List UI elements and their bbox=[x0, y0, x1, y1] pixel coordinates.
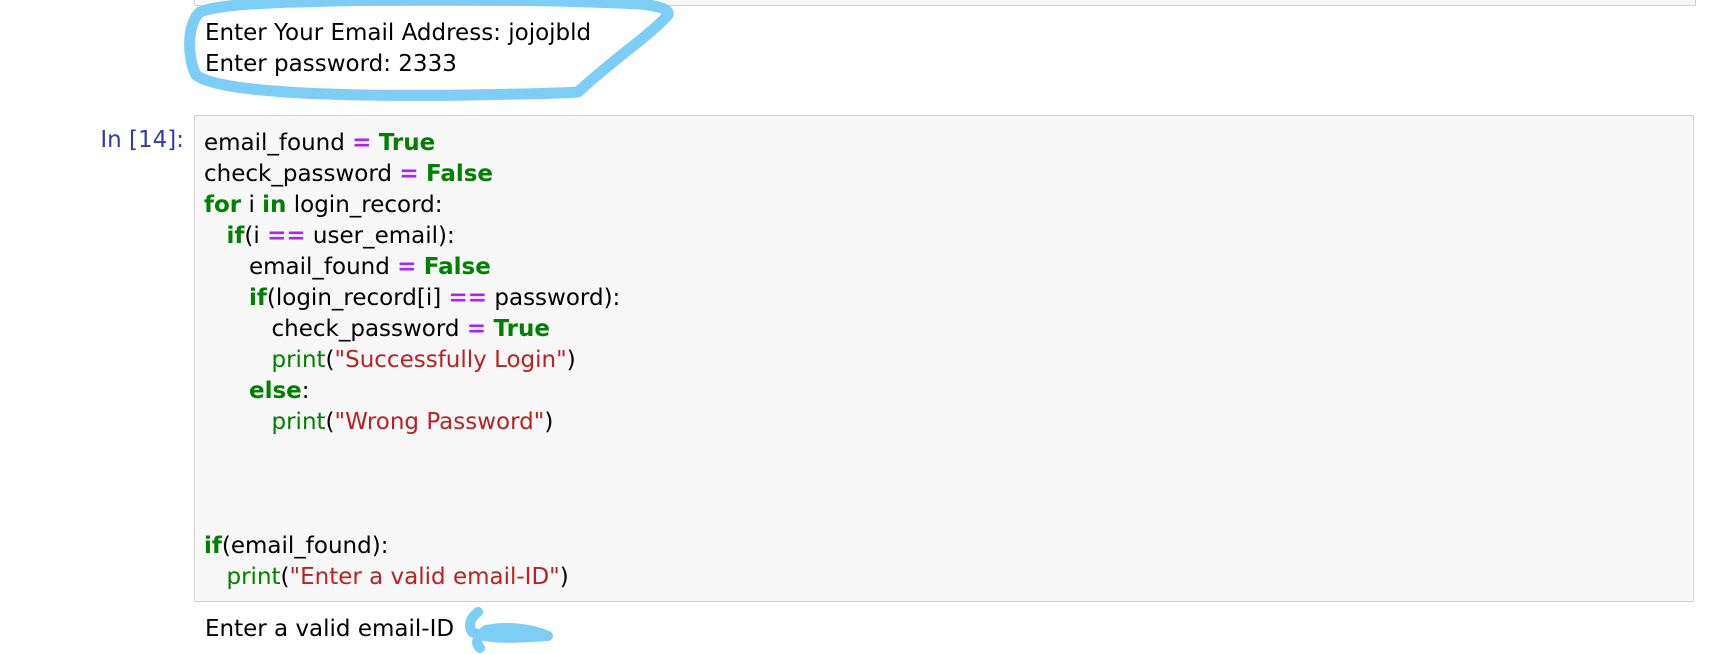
code-line[interactable]: if(i == user_email): bbox=[227, 221, 455, 252]
code-token: print bbox=[271, 409, 326, 435]
code-token: = bbox=[352, 130, 372, 156]
cell-execution-prompt: In [14]: bbox=[100, 127, 184, 153]
code-line[interactable]: for i in login_record: bbox=[204, 190, 443, 221]
code-line[interactable]: if(login_record[i] == password): bbox=[249, 283, 620, 314]
code-token: = bbox=[399, 161, 419, 187]
code-token: if bbox=[204, 533, 222, 559]
code-token: password): bbox=[487, 285, 621, 311]
code-token: True bbox=[493, 316, 550, 342]
code-line[interactable]: print("Enter a valid email-ID") bbox=[227, 562, 569, 593]
code-token: print bbox=[271, 347, 326, 373]
code-token: (login_record[i] bbox=[266, 285, 449, 311]
code-line[interactable]: email_found = True bbox=[204, 128, 435, 159]
code-token: email_found bbox=[204, 130, 345, 156]
code-token: "Wrong Password" bbox=[334, 409, 545, 435]
code-token: login_record: bbox=[286, 192, 443, 218]
code-token: "Enter a valid email-ID" bbox=[289, 564, 560, 590]
code-token: for bbox=[204, 192, 242, 218]
code-token: check_password bbox=[271, 316, 460, 342]
code-token: print bbox=[226, 564, 281, 590]
code-token: ( bbox=[325, 347, 335, 373]
code-token: user_email): bbox=[305, 223, 455, 249]
code-token: "Successfully Login" bbox=[334, 347, 567, 373]
code-token: ) bbox=[559, 564, 569, 590]
annotation-arrow-scribble bbox=[465, 607, 553, 653]
code-line[interactable]: check_password = True bbox=[272, 314, 550, 345]
code-line[interactable]: email_found = False bbox=[249, 252, 491, 283]
email-prompt-output: Enter Your Email Address: jojojbld bbox=[205, 20, 592, 46]
code-token: if bbox=[226, 223, 245, 249]
code-line[interactable]: else: bbox=[249, 376, 310, 407]
code-line[interactable]: print("Wrong Password") bbox=[272, 407, 554, 438]
code-token: False bbox=[423, 254, 491, 280]
code-token: ) bbox=[566, 347, 576, 373]
password-prompt-output: Enter password: 2333 bbox=[205, 51, 457, 77]
code-token: = bbox=[466, 316, 487, 342]
code-token: else bbox=[249, 378, 302, 404]
code-line[interactable]: if(email_found): bbox=[204, 531, 388, 562]
previous-cell-edge[interactable] bbox=[194, 0, 1696, 6]
code-token: : bbox=[301, 378, 310, 404]
code-token: i bbox=[241, 192, 263, 218]
code-token: == bbox=[267, 223, 306, 249]
notebook-page: Enter Your Email Address: jojojbld Enter… bbox=[0, 0, 1736, 654]
code-token: False bbox=[425, 161, 494, 187]
code-token: (i bbox=[244, 223, 268, 249]
code-token: if bbox=[249, 285, 267, 311]
code-token: (email_found): bbox=[221, 533, 389, 559]
code-token: ( bbox=[325, 409, 335, 435]
code-token: True bbox=[378, 130, 436, 156]
code-token: ( bbox=[280, 564, 290, 590]
code-token: ) bbox=[544, 409, 554, 435]
code-token: == bbox=[448, 285, 488, 311]
code-cell-editor[interactable]: email_found = True check_password = False… bbox=[194, 115, 1694, 602]
code-line[interactable]: print("Successfully Login") bbox=[272, 345, 576, 376]
code-token: check_password bbox=[204, 161, 393, 187]
cell-output-text: Enter a valid email-ID bbox=[205, 616, 455, 642]
code-token: email_found bbox=[249, 254, 390, 280]
code-line[interactable]: check_password = False bbox=[204, 159, 493, 190]
code-token: in bbox=[262, 192, 287, 218]
code-token: = bbox=[397, 254, 417, 280]
